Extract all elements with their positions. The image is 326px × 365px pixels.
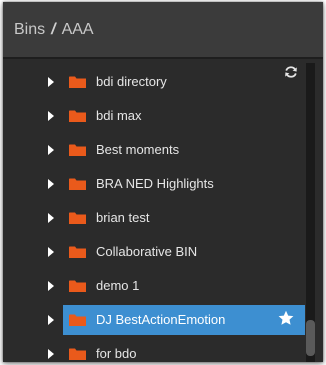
tree-item[interactable]: DJ BestActionEmotion xyxy=(3,303,305,337)
chevron-right-icon[interactable] xyxy=(48,111,54,121)
bin-tree: bdi directory bdi max Best moments BRA NED … xyxy=(3,65,305,362)
scrollbar-track[interactable] xyxy=(306,63,315,362)
chevron-right-icon[interactable] xyxy=(48,179,54,189)
breadcrumb-separator: / xyxy=(51,20,56,38)
tree-item[interactable]: demo 1 xyxy=(3,269,303,303)
scrollbar-thumb[interactable] xyxy=(306,320,315,356)
folder-icon xyxy=(69,246,86,258)
folder-icon xyxy=(69,144,86,156)
tree-item[interactable]: Best moments xyxy=(3,133,303,167)
folder-icon xyxy=(69,314,86,326)
chevron-right-icon[interactable] xyxy=(48,281,54,291)
chevron-right-icon[interactable] xyxy=(48,349,54,359)
bins-panel: Bins / AAA bdi directory bdi max Best mome… xyxy=(3,2,323,362)
tree-item[interactable]: BRA NED Highlights xyxy=(3,167,303,201)
breadcrumb-current: AAA xyxy=(61,20,94,38)
folder-icon xyxy=(69,348,86,360)
tree-item-label: brian test xyxy=(96,210,150,225)
chevron-right-icon[interactable] xyxy=(48,77,54,87)
tree-item-label: for bdo xyxy=(96,346,137,361)
folder-icon xyxy=(69,110,86,122)
tree-item[interactable]: Collaborative BIN xyxy=(3,235,303,269)
folder-icon xyxy=(69,178,86,190)
chevron-right-icon[interactable] xyxy=(48,315,54,325)
chevron-right-icon[interactable] xyxy=(48,213,54,223)
breadcrumb: Bins / AAA xyxy=(3,2,323,57)
folder-icon xyxy=(69,280,86,292)
tree-item-label: bdi directory xyxy=(96,74,167,89)
breadcrumb-root[interactable]: Bins xyxy=(14,21,45,39)
tree-item[interactable]: brian test xyxy=(3,201,303,235)
folder-icon xyxy=(69,212,86,224)
tree-item[interactable]: bdi max xyxy=(3,99,303,133)
tree-item-label: Collaborative BIN xyxy=(96,244,198,259)
folder-icon xyxy=(69,76,86,88)
tree-item-label: demo 1 xyxy=(96,278,140,293)
tree-item-label: Best moments xyxy=(96,142,180,157)
chevron-right-icon[interactable] xyxy=(48,145,54,155)
tree-item[interactable]: for bdo xyxy=(3,337,303,362)
tree-item-label: bdi max xyxy=(96,108,142,123)
header-divider xyxy=(3,57,323,59)
tree-item-label: DJ BestActionEmotion xyxy=(96,312,226,327)
chevron-right-icon[interactable] xyxy=(48,247,54,257)
tree-item[interactable]: bdi directory xyxy=(3,65,303,99)
tree-item-label: BRA NED Highlights xyxy=(96,176,214,191)
star-icon[interactable] xyxy=(278,310,294,326)
